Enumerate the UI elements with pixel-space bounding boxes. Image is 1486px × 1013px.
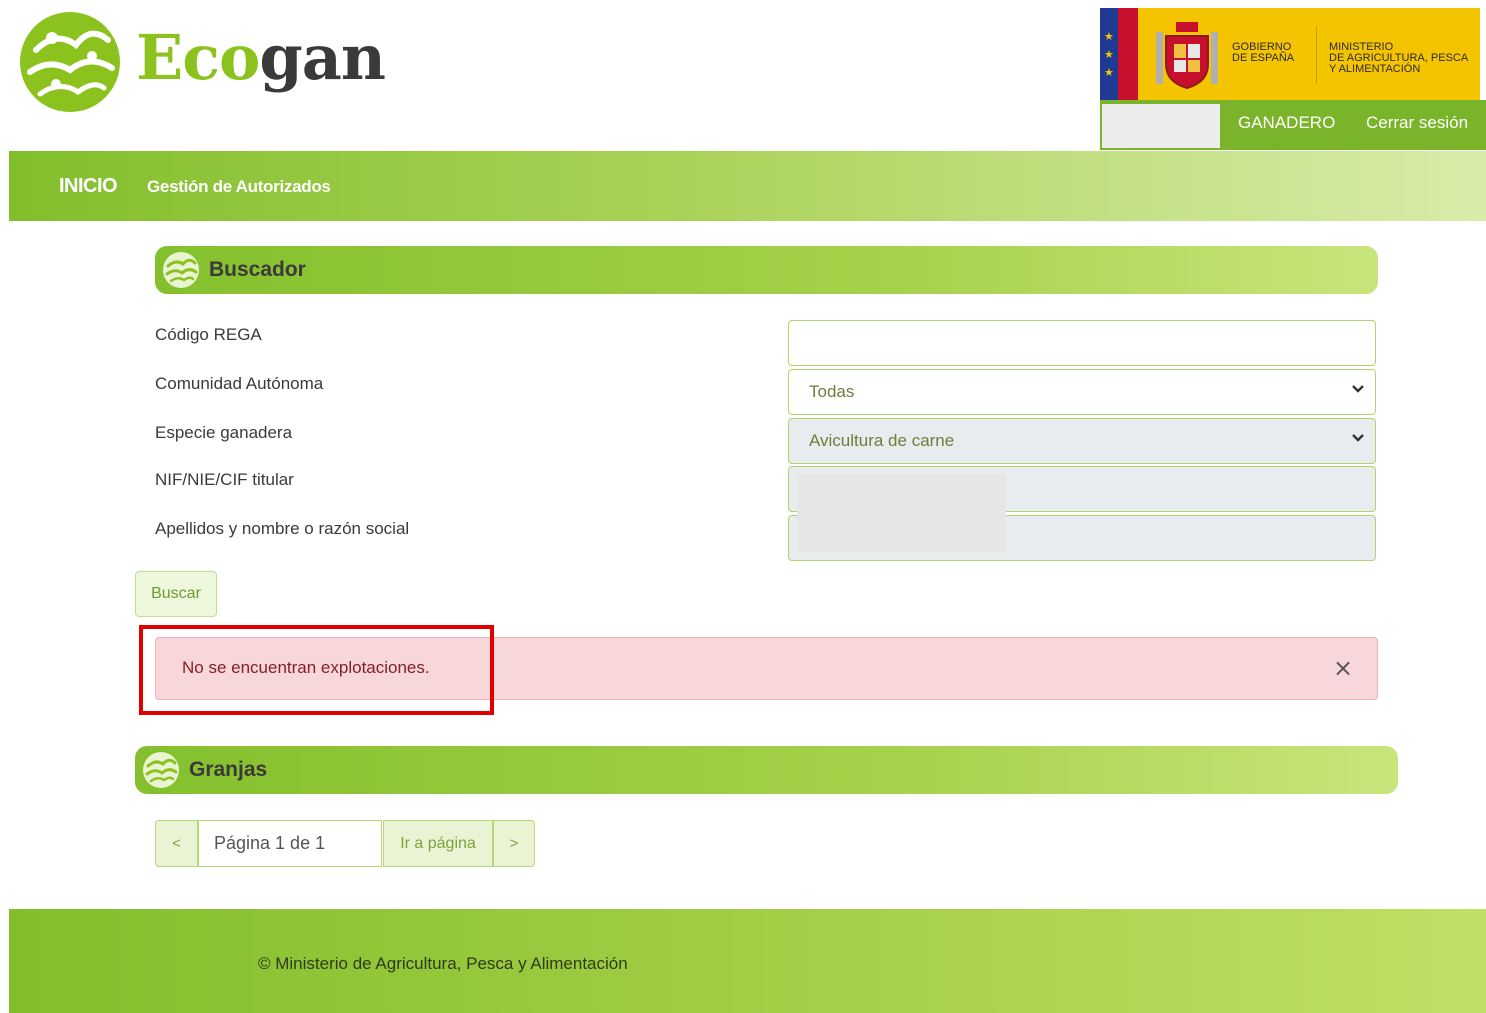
pagination-prev-button[interactable]: < [155, 820, 198, 867]
livestock-species-label: Especie ganadera [155, 423, 293, 442]
autonomous-community-select[interactable]: Todas [788, 369, 1376, 415]
government-banner: ★ ★ ★ GOBIERNO DE ESPAÑA MINISTERIO DE A… [1100, 8, 1480, 100]
close-icon[interactable]: × [1333, 654, 1353, 682]
chevron-down-icon [1352, 434, 1364, 442]
logout-link[interactable]: Cerrar sesión [1366, 113, 1468, 133]
star-icon: ★ [1104, 30, 1114, 43]
footer-copyright: © Ministerio de Agricultura, Pesca y Ali… [258, 954, 628, 973]
autonomous-community-value: Todas [809, 382, 855, 401]
coat-of-arms-icon [1156, 22, 1218, 90]
gov-line-2: DE ESPAÑA [1232, 52, 1295, 64]
pagination-page-input[interactable]: Página 1 de 1 [198, 820, 382, 867]
ecogan-logo-icon [163, 252, 199, 288]
ministry-line-3: Y ALIMENTACIÓN [1329, 63, 1421, 75]
livestock-species-select[interactable]: Avicultura de carne [788, 418, 1376, 464]
pagination-next-button[interactable]: > [493, 820, 535, 867]
user-name-redacted [1102, 104, 1220, 148]
holder-id-label: NIF/NIE/CIF titular [155, 470, 294, 489]
highlight-box [139, 625, 494, 715]
livestock-species-value: Avicultura de carne [809, 431, 955, 450]
holder-name-label: Apellidos y nombre o razón social [155, 519, 410, 538]
star-icon: ★ [1104, 66, 1114, 79]
nav-home-link[interactable]: INICIO [59, 175, 118, 198]
rega-code-label: Código REGA [155, 325, 262, 344]
farms-section-header [135, 746, 1398, 794]
redacted-holder-data [797, 474, 1006, 552]
nav-authorized-management-link[interactable]: Gestión de Autorizados [147, 177, 331, 197]
footer [9, 909, 1486, 1013]
chevron-down-icon [1352, 385, 1364, 393]
autonomous-community-label: Comunidad Autónoma [155, 374, 324, 393]
user-role: GANADERO [1238, 113, 1336, 132]
search-section-header [155, 246, 1378, 294]
ecogan-logo-icon [20, 12, 120, 112]
rega-code-input[interactable] [788, 320, 1376, 366]
farms-section-title: Granjas [189, 758, 268, 781]
star-icon: ★ [1104, 48, 1114, 61]
search-button[interactable]: Buscar [135, 571, 217, 617]
brand-name: Ecogan [136, 21, 386, 94]
banner-divider [1316, 26, 1317, 84]
ecogan-logo-icon [143, 752, 179, 788]
spain-flag-strip [1118, 8, 1138, 100]
search-section-title: Buscador [209, 258, 306, 281]
pagination-go-button[interactable]: Ir a página [383, 820, 493, 867]
